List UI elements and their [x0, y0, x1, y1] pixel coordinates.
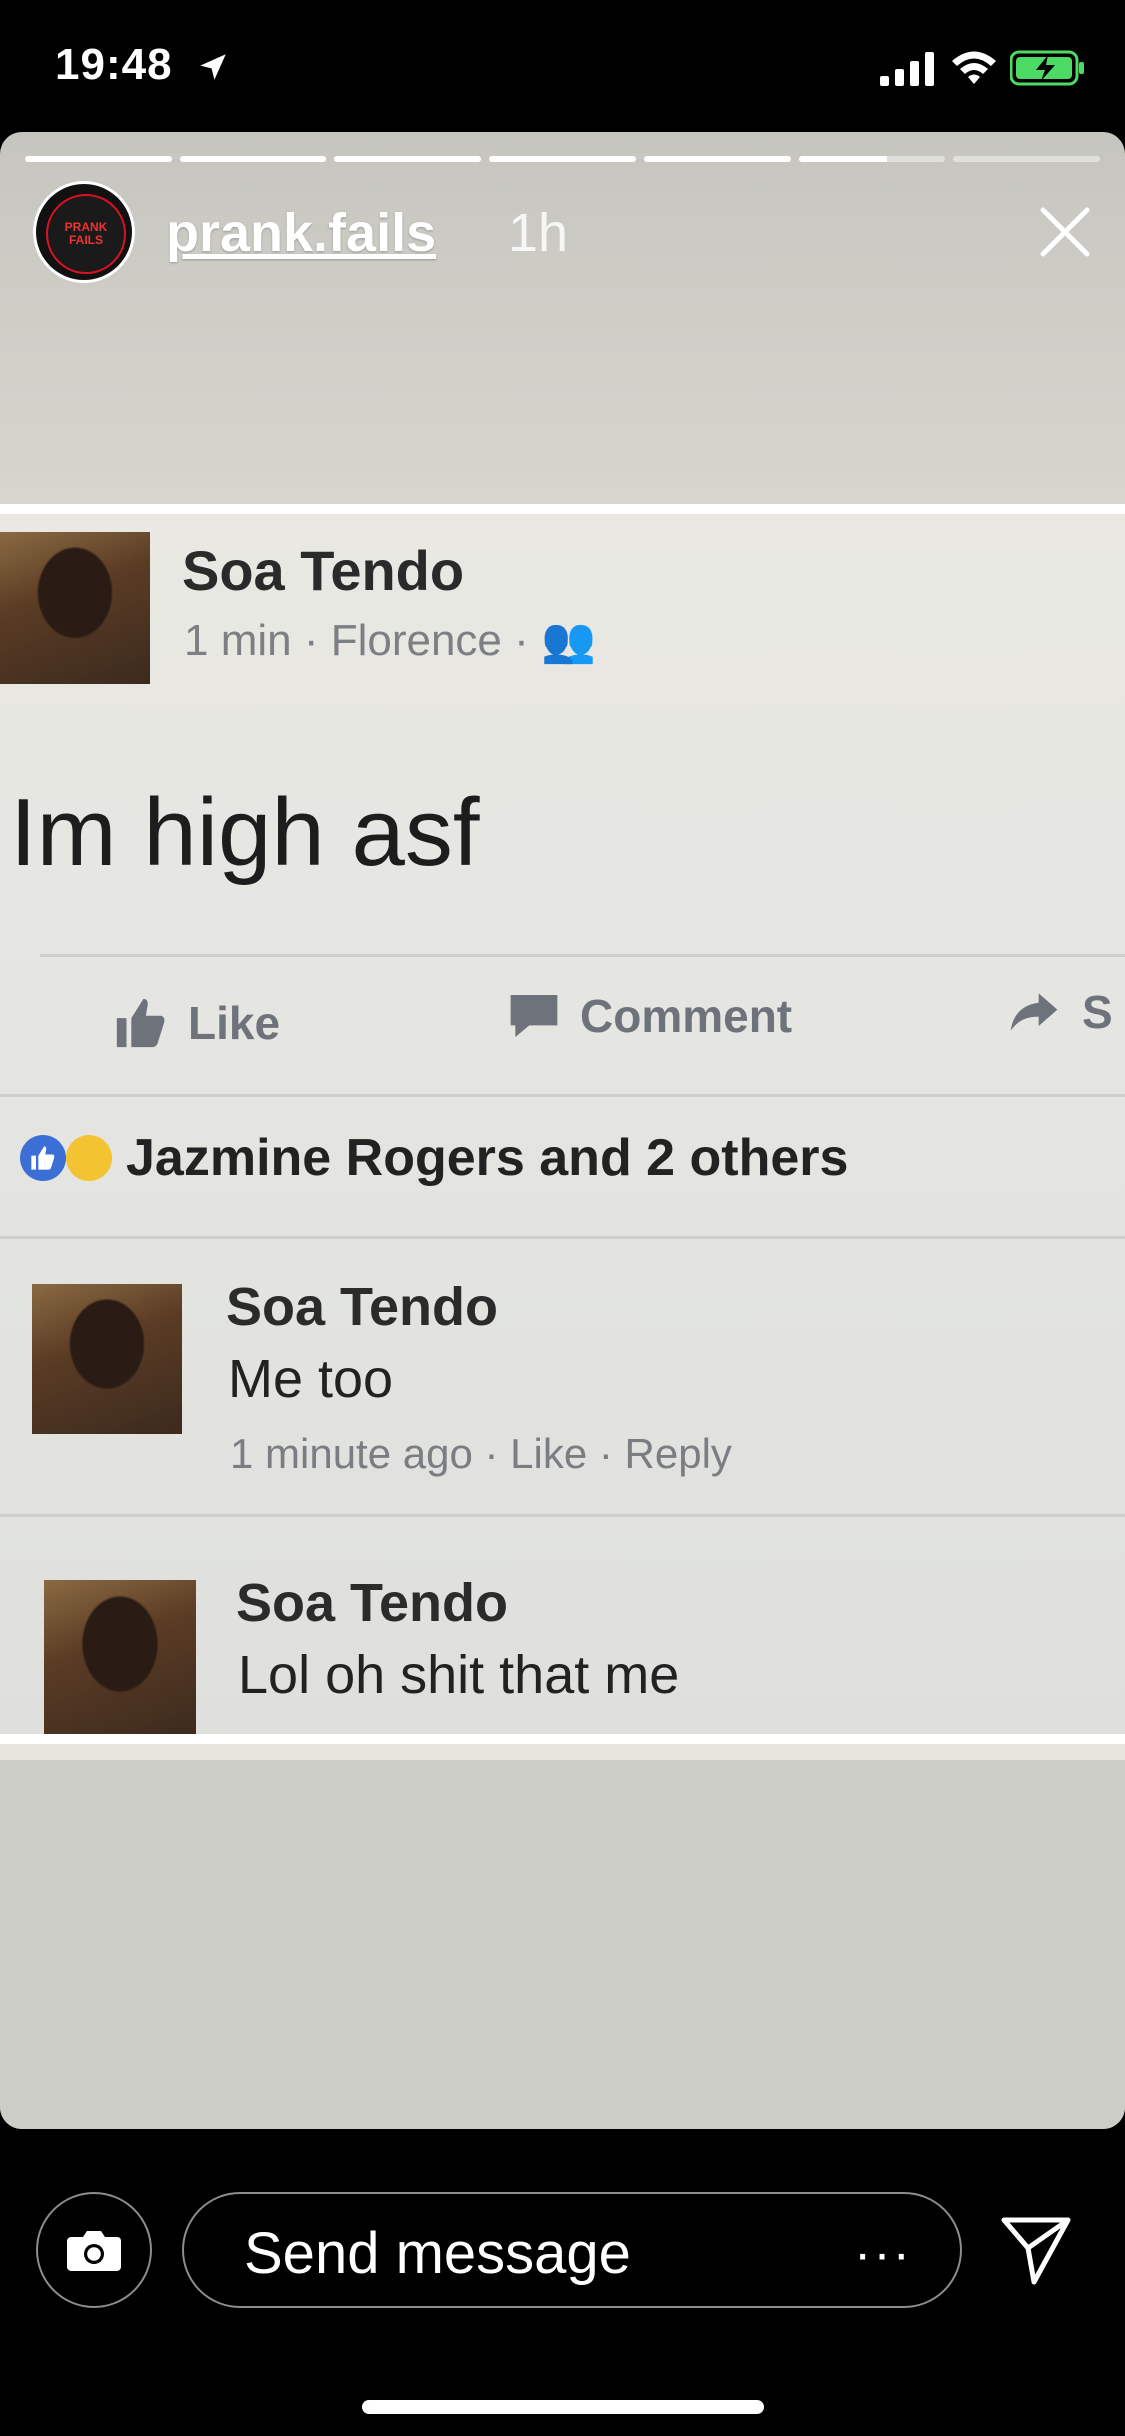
comment-action: Comment	[506, 988, 792, 1044]
divider	[40, 954, 1125, 957]
avatar-logo-text: FAILS	[68, 233, 103, 247]
send-message-placeholder: Send message	[244, 2221, 631, 2286]
haha-reaction-icon	[66, 1135, 112, 1181]
thumbs-up-icon	[116, 998, 165, 1048]
progress-segment	[25, 156, 172, 162]
story-username[interactable]: prank.fails	[166, 202, 436, 264]
post-text: Im high asf	[10, 779, 480, 886]
story-time-ago: 1h	[508, 203, 569, 263]
comment-meta: 1 minute ago · Like · Reply	[230, 1430, 732, 1477]
post-meta: 1 min · Florence · 👥	[184, 616, 596, 665]
progress-segment-current	[798, 156, 946, 162]
reactions-summary: Jazmine Rogers and 2 others	[20, 1128, 848, 1188]
divider	[0, 1094, 1125, 1097]
story-avatar[interactable]: PRANK FAILS	[36, 184, 132, 280]
status-time: 19:48	[55, 40, 173, 89]
camera-button[interactable]	[36, 2192, 152, 2308]
author-avatar	[0, 532, 150, 684]
battery-charging-icon	[1010, 50, 1084, 86]
comment-icon	[510, 995, 558, 1037]
progress-segment	[489, 156, 636, 162]
story-background-bottom	[0, 1760, 1125, 2129]
location-arrow-icon	[200, 54, 226, 80]
story-post-image: Soa Tendo 1 min · Florence · 👥 Im high a…	[0, 504, 1125, 1744]
share-label: S	[1082, 986, 1113, 1038]
divider	[0, 1514, 1125, 1517]
reactions-text: Jazmine Rogers and 2 others	[126, 1129, 849, 1187]
send-message-input[interactable]: Send message ···	[182, 2192, 962, 2308]
facebook-post: Soa Tendo 1 min · Florence · 👥 Im high a…	[0, 514, 1125, 1734]
like-reaction-icon	[20, 1135, 66, 1181]
comment-avatar	[44, 1580, 196, 1734]
post-author: Soa Tendo	[182, 539, 465, 602]
cellular-signal-icon	[880, 52, 934, 86]
like-action: Like	[112, 994, 280, 1052]
progress-segment	[643, 156, 791, 162]
share-arrow-icon	[1010, 993, 1058, 1031]
status-bar: 19:48	[0, 0, 1125, 132]
comment-text: Me too	[228, 1349, 394, 1409]
comment-author: Soa Tendo	[226, 1277, 499, 1337]
close-icon[interactable]	[1035, 202, 1095, 262]
home-indicator	[362, 2400, 764, 2414]
comment-avatar	[32, 1284, 182, 1434]
comment-author: Soa Tendo	[236, 1573, 509, 1633]
camera-icon	[67, 2231, 121, 2271]
share-action: S	[1004, 984, 1113, 1040]
comment-label: Comment	[580, 990, 793, 1042]
like-label: Like	[188, 997, 281, 1049]
send-icon[interactable]	[998, 2212, 1074, 2288]
story-progress-bar	[25, 156, 1101, 162]
story-viewer[interactable]: PRANK FAILS prank.fails 1h Soa Tendo 1 m…	[0, 132, 1125, 2129]
progress-segment	[179, 156, 327, 162]
progress-segment	[953, 156, 1101, 162]
progress-segment	[334, 156, 482, 162]
divider	[0, 1236, 1125, 1239]
comment-text: Lol oh shit that me	[238, 1645, 680, 1705]
more-icon[interactable]: ···	[854, 2224, 912, 2284]
wifi-icon	[952, 51, 996, 84]
